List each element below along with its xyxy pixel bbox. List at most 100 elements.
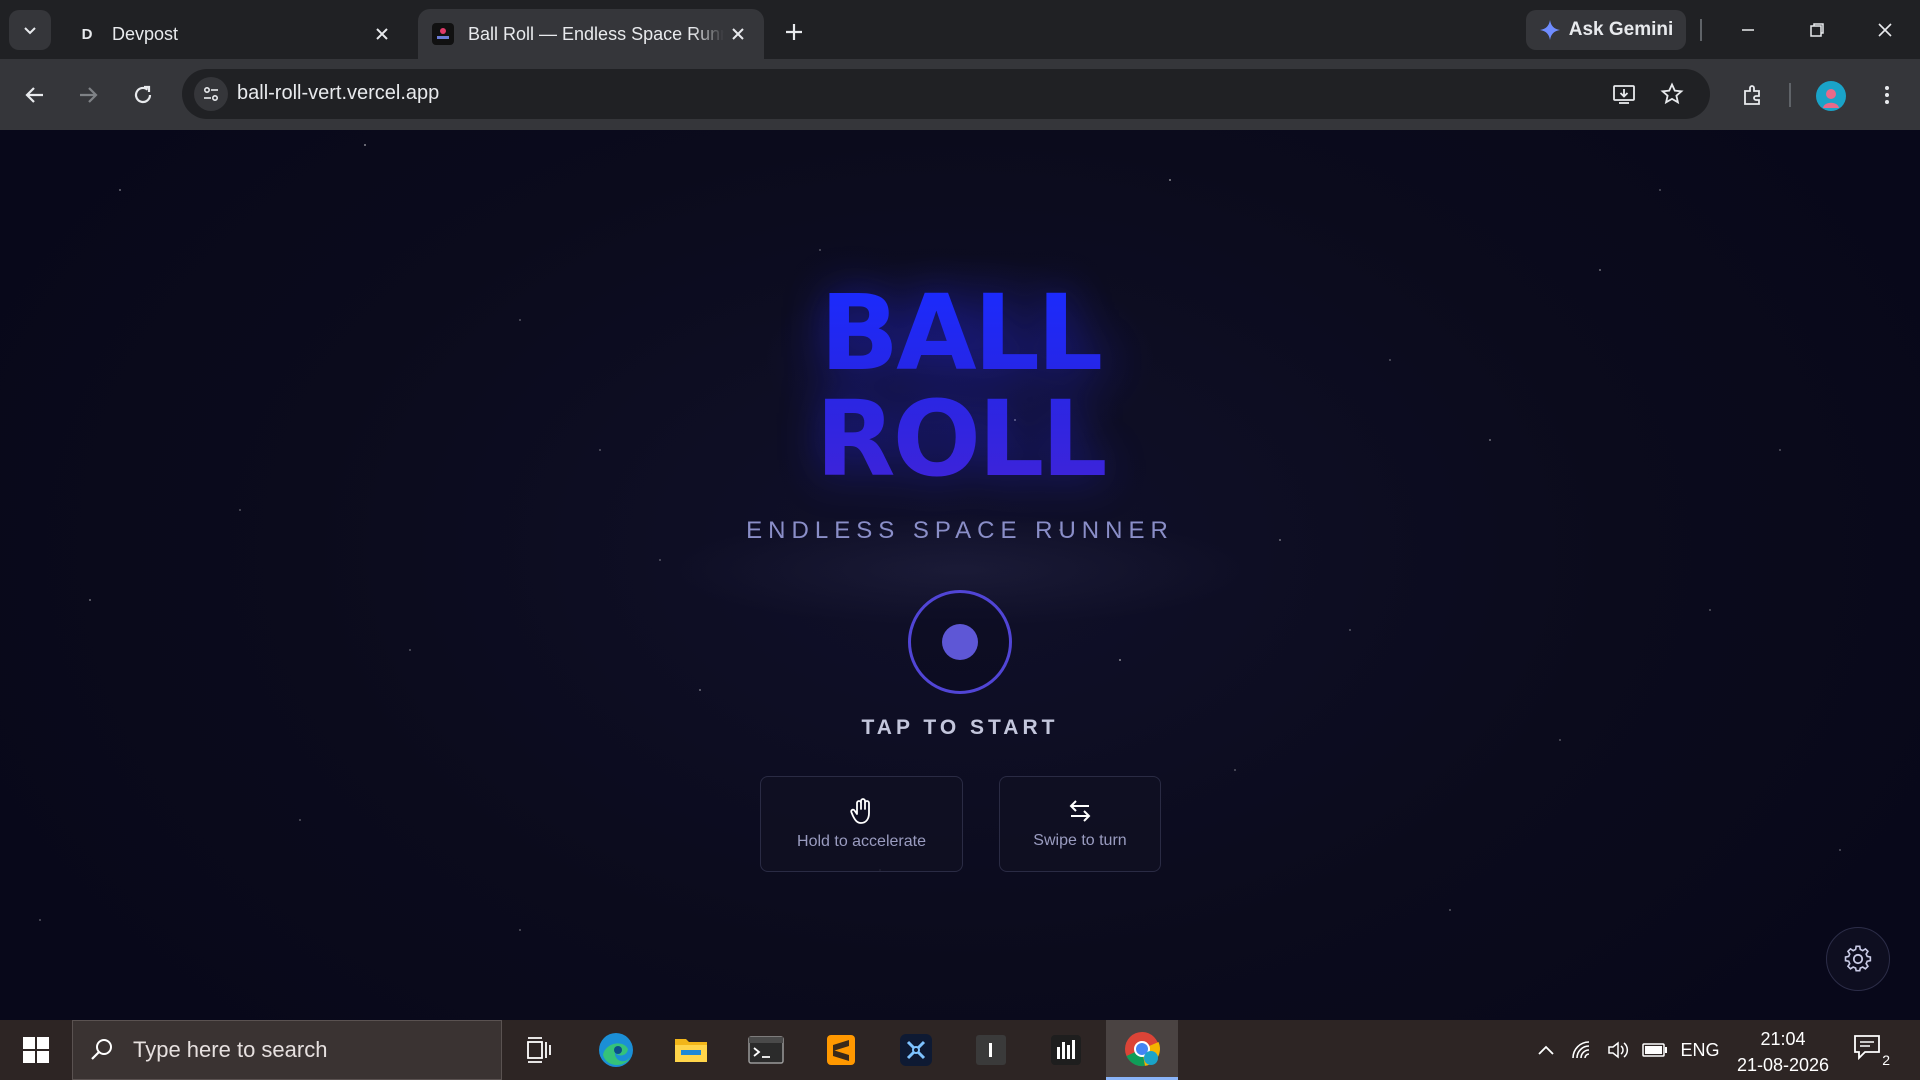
chevron-up-icon bbox=[1538, 1045, 1554, 1055]
hint-card-accelerate: Hold to accelerate bbox=[760, 776, 963, 872]
chrome-menu-button[interactable] bbox=[1867, 75, 1907, 115]
language-indicator[interactable]: ENG bbox=[1678, 1020, 1722, 1080]
arrow-right-icon bbox=[80, 87, 98, 103]
gemini-sparkle-icon bbox=[1539, 20, 1560, 40]
file-explorer-app[interactable] bbox=[661, 1020, 721, 1080]
close-icon bbox=[1878, 23, 1892, 37]
folder-icon bbox=[675, 1039, 707, 1062]
task-view-button[interactable] bbox=[510, 1020, 570, 1080]
arrow-left-icon bbox=[25, 87, 43, 103]
divider bbox=[1789, 83, 1791, 107]
restore-button[interactable] bbox=[1789, 10, 1845, 50]
hint-label: Hold to accelerate bbox=[797, 833, 926, 850]
more-vert-icon bbox=[1885, 86, 1889, 104]
sublime-text-app[interactable] bbox=[811, 1020, 871, 1080]
hint-label: Swipe to turn bbox=[1033, 832, 1127, 849]
tab-devpost[interactable]: D Devpost bbox=[62, 9, 408, 59]
ball-roll-favicon-icon bbox=[432, 23, 454, 45]
site-info-button[interactable] bbox=[194, 77, 228, 111]
tab-title: Devpost bbox=[112, 23, 179, 44]
notifications-button[interactable]: 2 bbox=[1852, 1032, 1890, 1068]
minimize-icon bbox=[1742, 29, 1754, 31]
volume-button[interactable] bbox=[1604, 1020, 1634, 1080]
notification-count-badge: 2 bbox=[1882, 1052, 1890, 1068]
game-subtitle: ENDLESS SPACE RUNNER bbox=[746, 517, 1174, 544]
wifi-icon bbox=[1572, 1041, 1590, 1059]
network-button[interactable] bbox=[1568, 1020, 1598, 1080]
notification-icon bbox=[1854, 1035, 1880, 1061]
devpost-favicon-icon: D bbox=[81, 25, 93, 43]
task-view-icon bbox=[527, 1037, 551, 1063]
taskbar-search-box[interactable]: Type here to search bbox=[72, 1020, 502, 1080]
forward-button[interactable] bbox=[68, 75, 108, 115]
address-bar[interactable]: ball-roll-vert.vercel.app bbox=[182, 69, 1710, 119]
gear-icon bbox=[1844, 945, 1872, 972]
title-line-ball: BALL bbox=[819, 272, 1101, 394]
close-window-button[interactable] bbox=[1857, 10, 1913, 50]
plus-icon bbox=[786, 24, 802, 40]
close-tab-icon[interactable] bbox=[724, 20, 752, 48]
tune-icon bbox=[203, 86, 219, 102]
start-button[interactable] bbox=[14, 1020, 58, 1080]
search-placeholder: Type here to search bbox=[133, 1037, 328, 1062]
tap-to-start-label[interactable]: TAP TO START bbox=[760, 716, 1160, 740]
ask-gemini-label: Ask Gemini bbox=[1568, 19, 1674, 40]
reload-button[interactable] bbox=[123, 75, 163, 115]
ball-icon bbox=[942, 624, 978, 660]
clock-date: 21-08-2026 bbox=[1736, 1055, 1830, 1075]
ide-app-icon bbox=[976, 1035, 1006, 1065]
divider bbox=[1700, 19, 1702, 41]
app-monitor[interactable] bbox=[1036, 1020, 1096, 1080]
url-text[interactable]: ball-roll-vert.vercel.app bbox=[237, 82, 439, 105]
edge-app[interactable] bbox=[586, 1020, 646, 1080]
browser-tab-strip: D Devpost Ball Roll — Endless Space Runn… bbox=[0, 0, 1920, 59]
browser-toolbar: ball-roll-vert.vercel.app bbox=[0, 59, 1920, 130]
extensions-button[interactable] bbox=[1733, 75, 1773, 115]
close-tab-icon[interactable] bbox=[368, 20, 396, 48]
bar-chart-app-icon bbox=[1051, 1035, 1081, 1065]
new-tab-button[interactable] bbox=[776, 14, 812, 50]
speaker-icon bbox=[1608, 1041, 1629, 1059]
hint-card-turn: Swipe to turn bbox=[999, 776, 1161, 872]
puzzle-icon bbox=[1744, 85, 1760, 105]
windows-taskbar: Type here to search ENG 21:04 21-08-2026… bbox=[0, 1020, 1920, 1080]
install-app-button[interactable] bbox=[1608, 78, 1640, 110]
terminal-app[interactable] bbox=[736, 1020, 796, 1080]
tab-title: Ball Roll — Endless Space Runner bbox=[468, 23, 724, 44]
hand-icon bbox=[849, 798, 870, 824]
chrome-app[interactable] bbox=[1106, 1020, 1178, 1080]
install-icon bbox=[1613, 85, 1635, 104]
settings-button[interactable] bbox=[1826, 927, 1890, 991]
edge-icon bbox=[599, 1033, 633, 1067]
profile-avatar[interactable] bbox=[1816, 81, 1846, 111]
terminal-icon bbox=[748, 1036, 784, 1064]
ask-gemini-button[interactable]: Ask Gemini bbox=[1526, 10, 1686, 50]
tab-search-button[interactable] bbox=[9, 10, 51, 50]
reload-icon bbox=[134, 85, 152, 104]
battery-button[interactable] bbox=[1640, 1020, 1670, 1080]
search-icon bbox=[91, 1039, 112, 1060]
minimize-button[interactable] bbox=[1720, 10, 1776, 50]
swap-arrows-icon bbox=[1069, 800, 1091, 822]
sublime-text-icon bbox=[827, 1035, 855, 1065]
tab-ball-roll[interactable]: Ball Roll — Endless Space Runner bbox=[418, 9, 764, 59]
star-icon bbox=[1660, 82, 1684, 105]
clock-time: 21:04 bbox=[1760, 1029, 1806, 1049]
app-x[interactable] bbox=[886, 1020, 946, 1080]
windows-logo-icon bbox=[23, 1037, 49, 1063]
app-i[interactable] bbox=[961, 1020, 1021, 1080]
back-button[interactable] bbox=[15, 75, 55, 115]
clock[interactable]: 21:04 21-08-2026 bbox=[1730, 1026, 1836, 1078]
battery-icon bbox=[1642, 1043, 1667, 1057]
game-title: BALL ROLL bbox=[760, 280, 1160, 492]
chevron-down-icon bbox=[24, 27, 36, 35]
chrome-icon bbox=[1125, 1031, 1160, 1066]
bookmark-button[interactable] bbox=[1656, 78, 1688, 110]
restore-icon bbox=[1810, 23, 1824, 37]
tool-app-icon bbox=[900, 1034, 932, 1066]
show-hidden-icons-button[interactable] bbox=[1532, 1020, 1560, 1080]
title-line-roll: ROLL bbox=[815, 378, 1105, 500]
game-canvas[interactable]: BALL ROLL ENDLESS SPACE RUNNER TAP TO ST… bbox=[0, 130, 1920, 1020]
starfield bbox=[39, 144, 1841, 931]
start-button[interactable] bbox=[908, 590, 1012, 694]
